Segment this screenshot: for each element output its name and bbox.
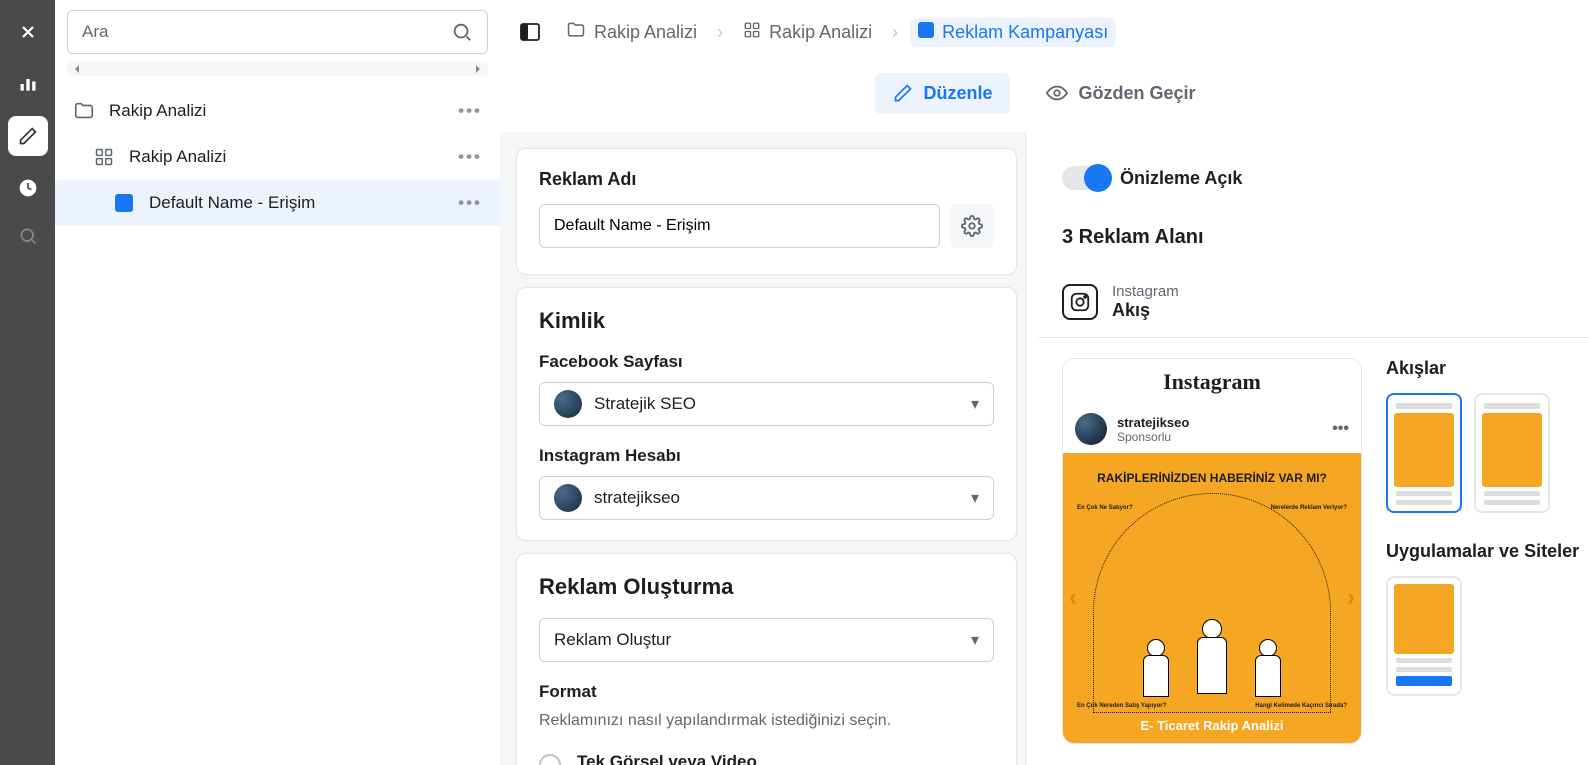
tree: Rakip Analizi ••• Rakip Analizi ••• Defa… bbox=[55, 80, 500, 765]
folder-icon bbox=[566, 20, 586, 45]
chevron-down-icon: ▾ bbox=[971, 394, 979, 414]
ig-user-row: stratejikseo Sponsorlu ••• bbox=[1063, 405, 1361, 453]
chart-icon[interactable] bbox=[8, 64, 48, 104]
ad-footer: E- Ticaret Rakip Analizi bbox=[1140, 718, 1283, 733]
card-identity: Kimlik Facebook Sayfası Stratejik SEO ▾ … bbox=[516, 287, 1017, 541]
horizontal-scrollbar[interactable] bbox=[67, 62, 488, 76]
eye-icon bbox=[1046, 82, 1068, 104]
ad-icon bbox=[113, 192, 135, 214]
ad-icon bbox=[918, 22, 934, 43]
ig-account-label: Instagram Hesabı bbox=[539, 446, 994, 466]
topbar: Rakip Analizi › Rakip Analizi › Reklam K… bbox=[500, 0, 1589, 64]
edit-icon[interactable] bbox=[8, 116, 48, 156]
card-ad-creation: Reklam Oluşturma Reklam Oluştur ▾ Format… bbox=[516, 553, 1017, 765]
more-icon[interactable]: ••• bbox=[458, 147, 482, 167]
ad-annotation: Nerelerde Reklam Veriyor? bbox=[1271, 505, 1347, 511]
folder-icon bbox=[73, 100, 95, 122]
fb-page-label: Facebook Sayfası bbox=[539, 352, 994, 372]
crumb-folder[interactable]: Rakip Analizi bbox=[558, 16, 705, 49]
tree-item-leaf[interactable]: Default Name - Erişim ••• bbox=[55, 180, 500, 226]
tree-item-label: Default Name - Erişim bbox=[149, 193, 315, 213]
tree-item-child[interactable]: Rakip Analizi ••• bbox=[55, 134, 500, 180]
form-column: Reklam Adı Kimlik Facebook Sayfası Strat… bbox=[500, 132, 1025, 765]
prev-arrow[interactable]: ‹ bbox=[1069, 584, 1077, 612]
more-icon[interactable]: ••• bbox=[1332, 420, 1349, 438]
section-feeds-title: Akışlar bbox=[1386, 358, 1589, 379]
figure-icon bbox=[1137, 639, 1175, 709]
next-arrow[interactable]: › bbox=[1347, 584, 1355, 612]
ad-creative: RAKİPLERİNİZDEN HABERİNİZ VAR MI? En Çok… bbox=[1063, 453, 1361, 743]
clock-icon[interactable] bbox=[8, 168, 48, 208]
chevron-right-icon: › bbox=[892, 22, 898, 43]
ig-sponsored: Sponsorlu bbox=[1117, 430, 1189, 444]
content: Reklam Adı Kimlik Facebook Sayfası Strat… bbox=[500, 132, 1589, 765]
avatar bbox=[554, 390, 582, 418]
preview-column: Önizleme Açık 3 Reklam Alanı Instagram A… bbox=[1025, 132, 1589, 765]
tab-edit[interactable]: Düzenle bbox=[875, 73, 1010, 114]
instagram-icon bbox=[1062, 284, 1098, 320]
card-title: Reklam Adı bbox=[539, 169, 994, 190]
thumbnail-app-1[interactable] bbox=[1386, 576, 1462, 696]
close-button[interactable] bbox=[8, 12, 48, 52]
grid-icon bbox=[93, 146, 115, 168]
chevron-down-icon: ▾ bbox=[971, 488, 979, 508]
chevron-down-icon: ▾ bbox=[971, 630, 979, 650]
main: Rakip Analizi › Rakip Analizi › Reklam K… bbox=[500, 0, 1589, 765]
placement-row: Instagram Akış bbox=[1038, 267, 1589, 338]
placements-title: 3 Reklam Alanı bbox=[1038, 208, 1589, 267]
card-title: Kimlik bbox=[539, 308, 994, 334]
format-label: Format bbox=[539, 682, 994, 702]
option-title: Tek Görsel veya Video bbox=[577, 752, 994, 765]
instagram-logo: Instagram bbox=[1063, 359, 1361, 405]
more-icon[interactable]: ••• bbox=[458, 193, 482, 213]
thumbnail-feed-1[interactable] bbox=[1386, 393, 1462, 513]
figure-icon bbox=[1249, 639, 1287, 709]
instagram-preview: Instagram stratejikseo Sponsorlu ••• RAK… bbox=[1062, 358, 1362, 744]
ad-annotation: En Çok Ne Satıyor? bbox=[1077, 505, 1133, 511]
card-title: Reklam Oluşturma bbox=[539, 574, 994, 600]
search-icon bbox=[451, 21, 473, 43]
gear-icon bbox=[961, 215, 983, 237]
create-mode-select[interactable]: Reklam Oluştur ▾ bbox=[539, 618, 994, 662]
more-icon[interactable]: ••• bbox=[458, 101, 482, 121]
section-apps-title: Uygulamalar ve Siteler bbox=[1386, 541, 1589, 562]
figure-icon bbox=[1193, 619, 1231, 709]
crumb-ad[interactable]: Reklam Kampanyası bbox=[910, 18, 1116, 47]
left-rail bbox=[0, 0, 55, 765]
tab-review[interactable]: Gözden Geçir bbox=[1028, 72, 1213, 114]
card-ad-name: Reklam Adı bbox=[516, 148, 1017, 275]
tree-item-label: Rakip Analizi bbox=[129, 147, 226, 167]
sidebar: Rakip Analizi ••• Rakip Analizi ••• Defa… bbox=[55, 0, 500, 765]
ad-headline: RAKİPLERİNİZDEN HABERİNİZ VAR MI? bbox=[1097, 471, 1327, 485]
search-input[interactable] bbox=[67, 10, 488, 54]
panel-toggle[interactable] bbox=[512, 14, 548, 50]
chevron-right-icon: › bbox=[717, 22, 723, 43]
ig-account-select[interactable]: stratejikseo ▾ bbox=[539, 476, 994, 520]
search-small-icon[interactable] bbox=[12, 220, 44, 252]
tree-item-label: Rakip Analizi bbox=[109, 101, 206, 121]
creative-figures bbox=[1137, 619, 1287, 709]
preview-toggle-row: Önizleme Açık bbox=[1038, 148, 1589, 208]
gear-button[interactable] bbox=[950, 204, 994, 248]
avatar bbox=[554, 484, 582, 512]
crumb-adset[interactable]: Rakip Analizi bbox=[735, 17, 880, 48]
ig-username: stratejikseo bbox=[1117, 415, 1189, 430]
placement-platform: Instagram bbox=[1112, 283, 1179, 300]
preview-toggle-label: Önizleme Açık bbox=[1120, 168, 1242, 189]
thumbnail-feed-2[interactable] bbox=[1474, 393, 1550, 513]
radio-button[interactable] bbox=[539, 754, 561, 765]
grid-icon bbox=[743, 21, 761, 44]
fb-page-select[interactable]: Stratejik SEO ▾ bbox=[539, 382, 994, 426]
tabs: Düzenle Gözden Geçir bbox=[500, 64, 1589, 132]
pencil-icon bbox=[893, 83, 913, 103]
preview-toggle[interactable] bbox=[1062, 166, 1106, 190]
format-description: Reklamınızı nasıl yapılandırmak istediği… bbox=[539, 712, 994, 730]
avatar bbox=[1075, 413, 1107, 445]
placement-thumbnails: Akışlar Uygulamalar ve Siteler bbox=[1386, 358, 1589, 744]
breadcrumb: Rakip Analizi › Rakip Analizi › Reklam K… bbox=[558, 16, 1116, 49]
tree-item-root[interactable]: Rakip Analizi ••• bbox=[55, 88, 500, 134]
ad-name-input[interactable] bbox=[539, 204, 940, 248]
placement-name: Akış bbox=[1112, 300, 1179, 321]
format-option[interactable]: Tek Görsel veya Video Tek görsel veya vi… bbox=[539, 744, 994, 765]
